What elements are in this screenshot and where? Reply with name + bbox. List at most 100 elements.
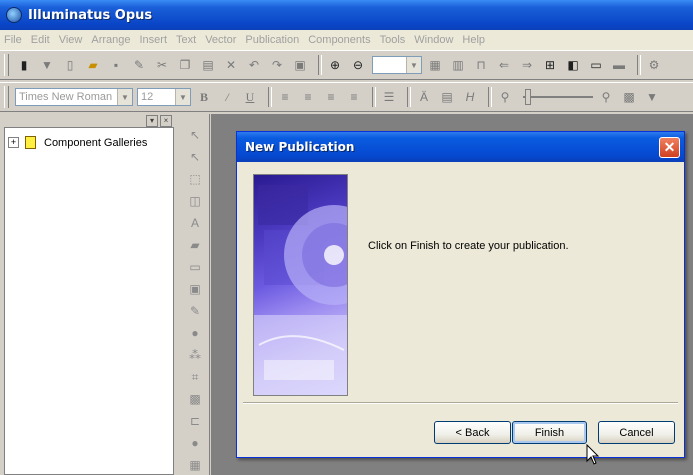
- dialog-message: Click on Finish to create your publicati…: [368, 240, 569, 252]
- app-title: Illuminatus Opus: [28, 7, 153, 23]
- view-options-icon[interactable]: ▼: [643, 88, 661, 106]
- expand-icon[interactable]: +: [8, 137, 19, 148]
- window-icon[interactable]: ▬: [610, 56, 628, 74]
- standard-toolbar: ▮ ▼ ▯ ▰ ▪ ✎ ✂ ❐ ▤ ✕ ↶ ↷ ▣ ⊕ ⊖ ▼ ▦ ▥ ⊓ ⇐ …: [0, 50, 693, 80]
- ruler-icon[interactable]: ⊏: [188, 414, 202, 428]
- tools-icon[interactable]: ⚙: [645, 56, 663, 74]
- underline-icon[interactable]: U: [241, 88, 259, 106]
- arrow-left-icon[interactable]: ⇐: [495, 56, 513, 74]
- tools-strip: ↖ ↖ ⬚ ◫ A ▰ ▭ ▣ ✎ ● ⁂ ⌗ ▩ ⊏ ● ▦: [180, 114, 210, 475]
- paint-icon[interactable]: ✎: [130, 56, 148, 74]
- menu-window[interactable]: Window: [414, 34, 453, 46]
- dialog-divider: [243, 402, 678, 404]
- align-left-icon[interactable]: ≡: [276, 88, 294, 106]
- layer-icon[interactable]: ▥: [449, 56, 467, 74]
- paste-icon[interactable]: ▤: [199, 56, 217, 74]
- redo-icon[interactable]: ↷: [268, 56, 286, 74]
- wizard-illustration: [253, 174, 348, 396]
- back-button[interactable]: < Back: [434, 421, 511, 444]
- dialog-title: New Publication: [245, 140, 355, 154]
- menu-file[interactable]: File: [4, 34, 22, 46]
- menu-insert[interactable]: Insert: [140, 34, 168, 46]
- menu-components[interactable]: Components: [308, 34, 370, 46]
- frame-tool-icon[interactable]: ▣: [188, 282, 202, 296]
- pen-tool-icon[interactable]: ✎: [188, 304, 202, 318]
- font-select[interactable]: Times New Roman ▼: [15, 88, 133, 106]
- menu-bar: File Edit View Arrange Insert Text Vecto…: [0, 30, 693, 50]
- image-tool-icon[interactable]: ▰: [188, 238, 202, 252]
- close-icon: ✕: [663, 139, 676, 155]
- font-size-value: 12: [141, 91, 154, 103]
- italic-icon[interactable]: /: [218, 88, 236, 106]
- menu-publication[interactable]: Publication: [245, 34, 299, 46]
- toolbar-grip[interactable]: [4, 86, 9, 108]
- menu-edit[interactable]: Edit: [31, 34, 50, 46]
- grid-tool-icon[interactable]: ▦: [188, 458, 202, 472]
- align-center-icon[interactable]: ≡: [299, 88, 317, 106]
- justify-icon[interactable]: ≡: [345, 88, 363, 106]
- zoom-slider[interactable]: [523, 89, 593, 105]
- rectangle-tool-icon[interactable]: ▭: [188, 260, 202, 274]
- chevron-down-icon[interactable]: ▾: [146, 114, 158, 127]
- page-icon[interactable]: ▭: [587, 56, 605, 74]
- zoom-in-icon[interactable]: ⊕: [326, 56, 344, 74]
- stamp-icon[interactable]: ▣: [291, 56, 309, 74]
- open-folder-icon[interactable]: ▰: [84, 56, 102, 74]
- pointer-icon[interactable]: ↖: [188, 128, 202, 142]
- chevron-down-icon[interactable]: ▼: [117, 89, 132, 105]
- text-frame-icon[interactable]: ▤: [438, 88, 456, 106]
- chevron-down-icon[interactable]: ▼: [175, 89, 190, 105]
- arrow-right-icon[interactable]: ⇒: [518, 56, 536, 74]
- zoom-combo[interactable]: ▼: [372, 56, 422, 74]
- zoom-large-icon[interactable]: ⚲: [597, 88, 615, 106]
- new-publication-dialog: New Publication ✕ Click on Finish to cre…: [236, 131, 685, 458]
- font-size-select[interactable]: 12 ▼: [137, 88, 191, 106]
- cut-icon[interactable]: ✂: [153, 56, 171, 74]
- undo-icon[interactable]: ↶: [245, 56, 263, 74]
- stamp-tool-icon[interactable]: ▩: [188, 392, 202, 406]
- transform-icon[interactable]: ◫: [188, 194, 202, 208]
- grid-icon[interactable]: ▦: [426, 56, 444, 74]
- menu-text[interactable]: Text: [176, 34, 196, 46]
- new-object-icon[interactable]: ▼: [38, 56, 56, 74]
- close-button[interactable]: ✕: [659, 137, 680, 158]
- toolbar-separator: [488, 87, 492, 107]
- close-icon[interactable]: ×: [160, 114, 172, 127]
- menu-help[interactable]: Help: [462, 34, 485, 46]
- cancel-button[interactable]: Cancel: [598, 421, 675, 444]
- sphere-icon[interactable]: ●: [188, 436, 202, 450]
- mouse-cursor-icon: [586, 444, 600, 465]
- new-page-icon[interactable]: ▮: [15, 56, 33, 74]
- slider-thumb[interactable]: [525, 89, 531, 105]
- zoom-small-icon[interactable]: ⚲: [496, 88, 514, 106]
- copy-icon[interactable]: ❐: [176, 56, 194, 74]
- menu-tools[interactable]: Tools: [380, 34, 406, 46]
- import-icon[interactable]: ⊓: [472, 56, 490, 74]
- menu-arrange[interactable]: Arrange: [91, 34, 130, 46]
- select-icon[interactable]: ↖: [188, 150, 202, 164]
- chevron-down-icon[interactable]: ▼: [406, 57, 421, 73]
- view-icon[interactable]: ▩: [620, 88, 638, 106]
- italic-frame-icon[interactable]: H: [461, 88, 479, 106]
- delete-icon[interactable]: ✕: [222, 56, 240, 74]
- fill-tool-icon[interactable]: ●: [188, 326, 202, 340]
- bullets-icon[interactable]: ☰: [380, 88, 398, 106]
- frame-icon[interactable]: ◧: [564, 56, 582, 74]
- toolbar-grip[interactable]: [4, 54, 9, 76]
- rectangle-select-icon[interactable]: ⬚: [188, 172, 202, 186]
- save-icon[interactable]: ▪: [107, 56, 125, 74]
- tree-item[interactable]: + Component Galleries: [8, 136, 147, 149]
- crop-icon[interactable]: ⌗: [188, 370, 202, 384]
- finish-button[interactable]: Finish: [512, 421, 587, 444]
- eyedropper-icon[interactable]: ⁂: [188, 348, 202, 362]
- align-right-icon[interactable]: ≡: [322, 88, 340, 106]
- text-tool-icon[interactable]: A: [188, 216, 202, 230]
- layout-icon[interactable]: ⊞: [541, 56, 559, 74]
- bold-icon[interactable]: B: [195, 88, 213, 106]
- toolbar-separator: [268, 87, 272, 107]
- menu-vector[interactable]: Vector: [205, 34, 236, 46]
- new-document-icon[interactable]: ▯: [61, 56, 79, 74]
- text-style-icon[interactable]: Ä: [415, 88, 433, 106]
- zoom-out-icon[interactable]: ⊖: [349, 56, 367, 74]
- menu-view[interactable]: View: [59, 34, 83, 46]
